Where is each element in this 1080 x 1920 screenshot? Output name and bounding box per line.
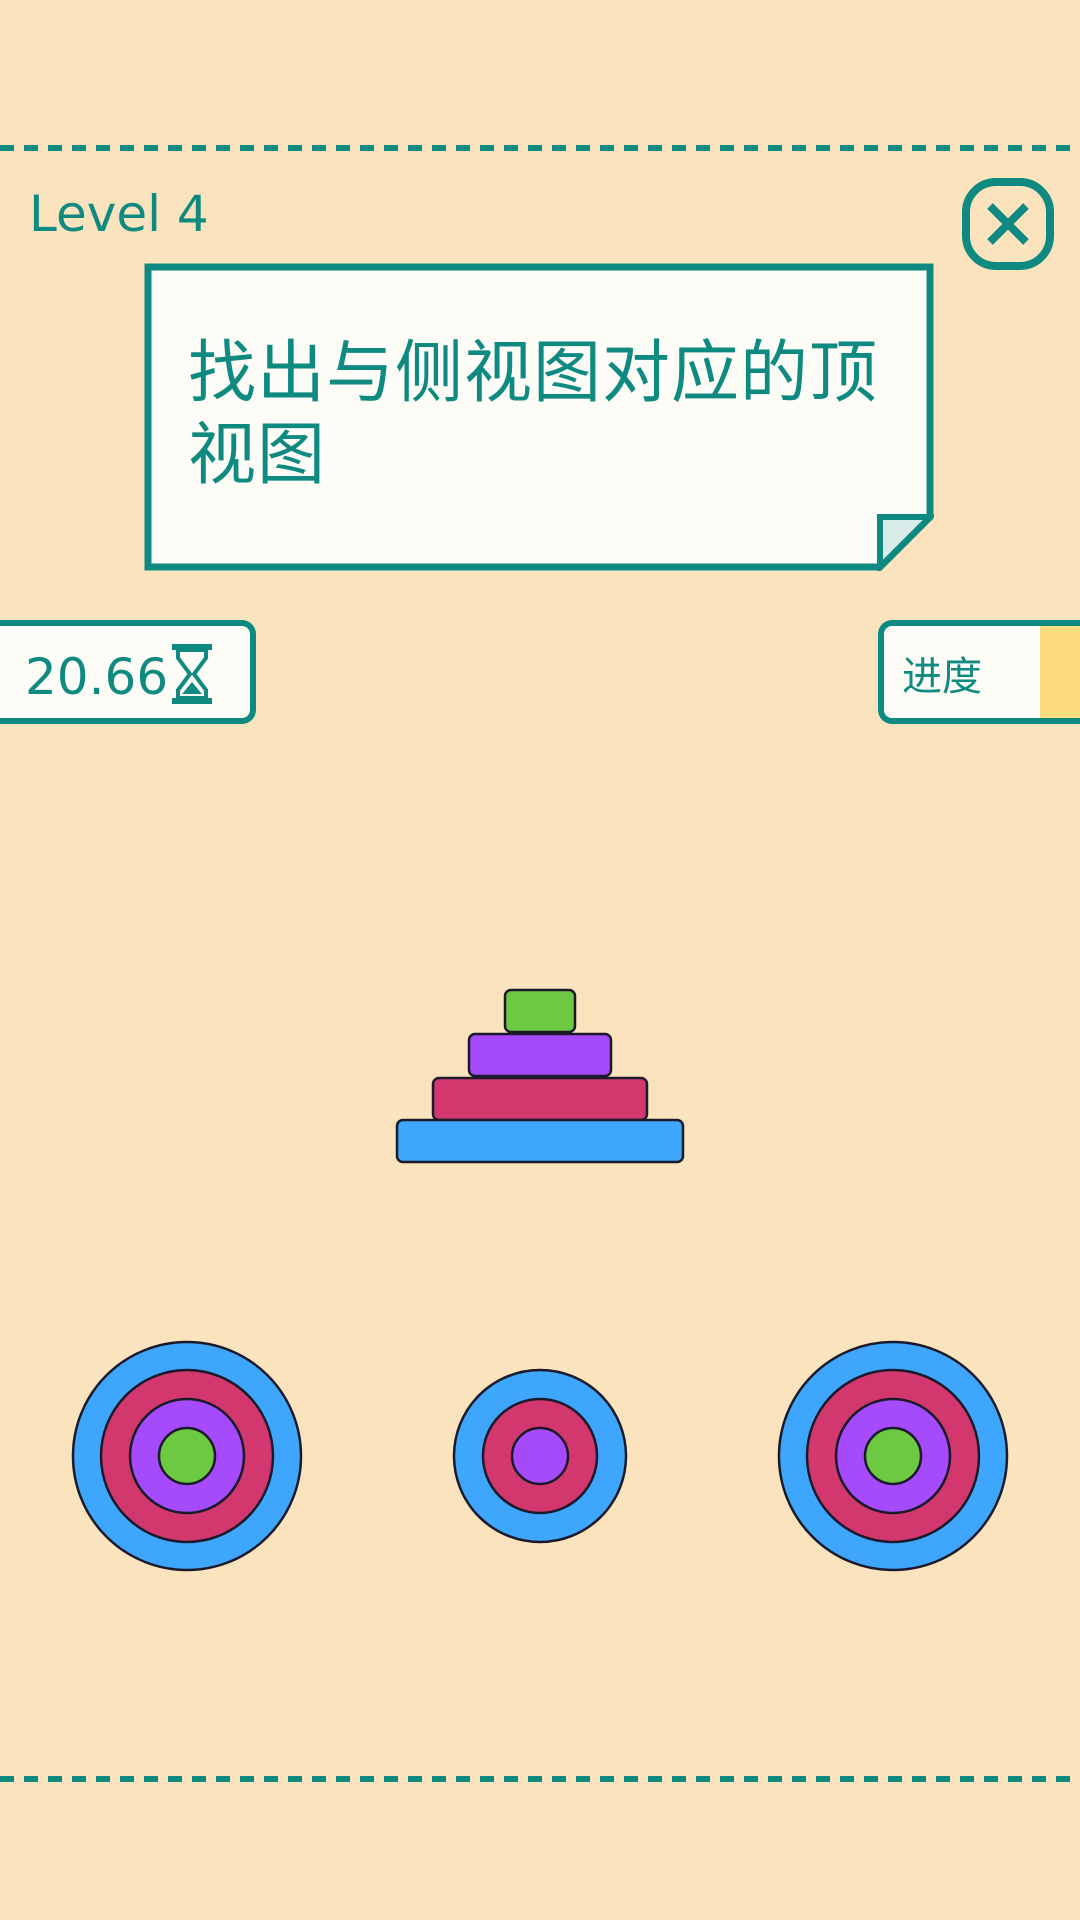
top-dashed-divider — [0, 145, 1080, 151]
side-view-layer-blue — [395, 1118, 685, 1164]
instruction-text: 找出与侧视图对应的顶视图 — [188, 334, 879, 495]
option-1-ring-green — [157, 1426, 217, 1486]
answer-option-2[interactable] — [420, 1336, 660, 1576]
progress-label: 进度 — [902, 654, 982, 700]
close-icon — [962, 178, 1054, 270]
bottom-dashed-divider — [0, 1776, 1080, 1782]
hourglass-icon — [172, 644, 212, 704]
option-3-ring-green — [863, 1426, 923, 1486]
answer-option-1[interactable] — [67, 1336, 307, 1576]
timer-badge: 20.66 — [0, 620, 256, 724]
instruction-card: 找出与侧视图对应的顶视图 — [144, 263, 934, 571]
progress-fill — [1040, 626, 1080, 718]
answer-option-3[interactable] — [773, 1336, 1013, 1576]
progress-badge: 进度 — [878, 620, 1080, 724]
side-view-layer-green — [503, 988, 577, 1034]
level-title: Level 4 — [29, 185, 209, 243]
close-button[interactable] — [960, 176, 1056, 272]
side-view-layer-magenta — [431, 1076, 649, 1122]
option-2-ring-purple — [510, 1426, 570, 1486]
option-1-target — [71, 1340, 303, 1572]
side-view-layer-purple — [467, 1032, 613, 1078]
option-2-target — [452, 1368, 628, 1544]
option-3-target — [777, 1340, 1009, 1572]
timer-value: 20.66 — [25, 648, 169, 706]
